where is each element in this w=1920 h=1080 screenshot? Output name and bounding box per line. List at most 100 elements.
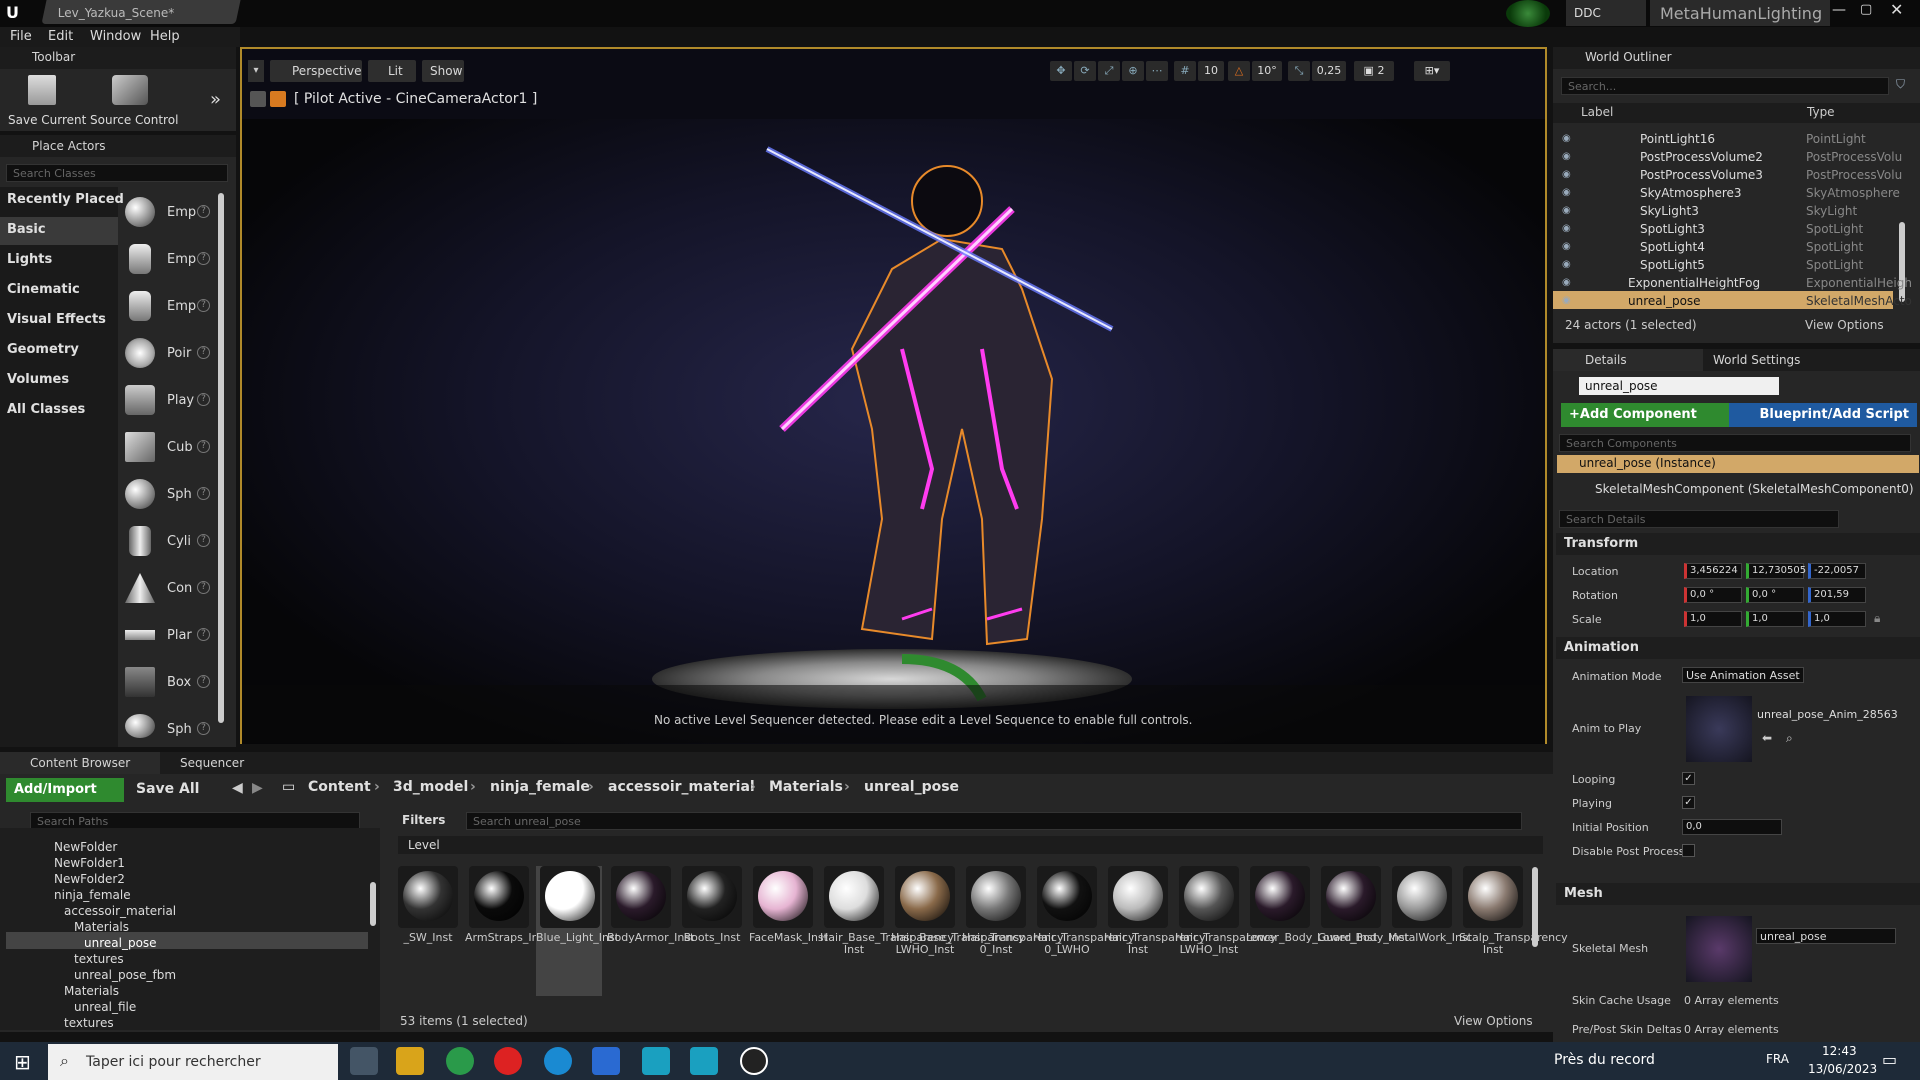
help-icon[interactable]: ? (197, 487, 210, 500)
breadcrumb-3d-model[interactable]: 3d_model (393, 779, 468, 795)
eye-icon[interactable]: ◉ (1562, 277, 1571, 288)
asset-tile[interactable]: _SW_Inst (394, 866, 460, 996)
level-viewport[interactable]: ▾ Perspective Lit Show ✥ ⟳ ⤢ ⊕ ⋯ # 10 △ … (240, 47, 1547, 744)
rotation-x[interactable]: 0,0 ° (1684, 587, 1742, 603)
windows-start-icon[interactable]: ⊞ (14, 1050, 31, 1074)
tree-folder[interactable]: NewFolder (54, 840, 117, 854)
menu-help[interactable]: Help (150, 29, 180, 44)
disable-pp-checkbox[interactable] (1682, 844, 1695, 857)
outliner-row[interactable]: ◉ SpotLight4 SpotLight (1556, 238, 1916, 256)
help-icon[interactable]: ? (197, 346, 210, 359)
skeletal-mesh-select[interactable]: unreal_pose (1756, 928, 1896, 944)
eye-icon[interactable]: ◉ (1562, 187, 1571, 198)
actor-item[interactable]: Plar? (125, 616, 215, 656)
clock-time[interactable]: 12:43 (1822, 1044, 1857, 1058)
anim-thumbnail[interactable] (1686, 696, 1752, 762)
search-assets-input[interactable]: Search unreal_pose (466, 812, 1522, 830)
menu-file[interactable]: File (10, 29, 32, 44)
surface-snap-icon[interactable]: ⋯ (1146, 61, 1168, 81)
col-label[interactable]: Label (1581, 105, 1613, 119)
breadcrumb-ninja-female[interactable]: ninja_female (490, 779, 590, 795)
actor-item[interactable]: Box? (125, 663, 215, 703)
ddc-button[interactable]: DDC (1566, 0, 1646, 26)
pilot-eject-icon[interactable] (250, 91, 266, 107)
asset-tile[interactable]: Hair_Transparency 0_Inst (962, 866, 1063, 996)
show-button[interactable]: Show (422, 60, 464, 82)
actor-item[interactable]: Cyli? (125, 522, 215, 562)
minimize-button[interactable]: — (1832, 2, 1846, 18)
rotation-snap-value[interactable]: 10° (1252, 61, 1282, 81)
outliner-row[interactable]: ◉ SkyLight3 SkyLight (1556, 202, 1916, 220)
lit-button[interactable]: Lit (368, 60, 416, 82)
category-geometry[interactable]: Geometry (7, 342, 79, 357)
opera-icon[interactable] (494, 1047, 522, 1075)
search-classes-input[interactable]: Search Classes (6, 164, 228, 182)
anim-asset-select[interactable]: unreal_pose_Anim_28563 (1754, 707, 1898, 723)
actor-item[interactable]: Poir? (125, 334, 215, 374)
tree-folder-selected[interactable]: unreal_pose (84, 936, 157, 950)
tree-folder[interactable]: ninja_female (54, 888, 131, 902)
help-icon[interactable]: ? (197, 393, 210, 406)
translate-icon[interactable]: ✥ (1050, 61, 1072, 81)
help-icon[interactable]: ? (197, 675, 210, 688)
back-icon[interactable]: ◀ (232, 780, 243, 796)
outliner-row[interactable]: ◉ ExponentialHeightFog ExponentialHeigh (1556, 274, 1916, 292)
search-details-input[interactable]: Search Details (1559, 510, 1839, 528)
eye-icon[interactable]: ◉ (1562, 223, 1571, 234)
weather-text[interactable]: Près du record (1554, 1052, 1655, 1068)
scale-x[interactable]: 1,0 (1684, 611, 1742, 627)
eye-icon[interactable]: ◉ (1562, 205, 1571, 216)
eye-icon[interactable]: ◉ (1562, 151, 1571, 162)
sequencer-tab[interactable]: Sequencer (180, 756, 244, 770)
outliner-row[interactable]: ◉ PointLight16 PointLight (1556, 130, 1916, 148)
lock-icon[interactable]: 🔒︎ (1874, 611, 1880, 626)
app-c-icon[interactable] (544, 1047, 572, 1075)
category-all-classes[interactable]: All Classes (7, 402, 85, 417)
eye-icon[interactable]: ◉ (1562, 241, 1571, 252)
tree-folder[interactable]: Materials (74, 920, 129, 934)
viewport-options-button[interactable]: ▾ (248, 60, 264, 82)
chrome-icon[interactable] (446, 1047, 474, 1075)
eye-icon[interactable]: ◉ (1562, 295, 1571, 306)
actors-scrollbar[interactable] (218, 193, 224, 723)
save-all-button[interactable]: Save All (136, 781, 199, 797)
tree-folder[interactable]: accessoir_material (64, 904, 176, 918)
actor-item[interactable]: Emp? (125, 240, 215, 280)
asset-tile[interactable]: Hair_Base_Transparency Inst (820, 866, 954, 996)
filters-button[interactable]: Filters (398, 810, 458, 830)
maximize-button[interactable]: ▢ (1860, 2, 1872, 17)
scale-z[interactable]: 1,0 (1808, 611, 1866, 627)
asset-tile[interactable]: Blue_Light_Inst (536, 866, 619, 996)
asset-tile[interactable]: Hair_Transparency Inst (1104, 866, 1205, 996)
help-icon[interactable]: ? (197, 534, 210, 547)
tree-folder[interactable]: Materials (64, 984, 119, 998)
save-current-icon[interactable] (28, 75, 56, 105)
scale-snap-icon[interactable]: ⤡ (1288, 61, 1310, 81)
metahuman-icon[interactable] (642, 1047, 670, 1075)
outliner-row[interactable]: ◉ SkyAtmosphere3 SkyAtmosphere (1556, 184, 1916, 202)
eye-icon[interactable]: ◉ (1562, 259, 1571, 270)
help-icon[interactable]: ? (197, 252, 210, 265)
eye-icon[interactable]: ◉ (1562, 133, 1571, 144)
app-store-icon[interactable] (592, 1047, 620, 1075)
outliner-view-options[interactable]: View Options (1805, 318, 1884, 332)
asset-tile[interactable]: FaceMask_Inst (749, 866, 828, 996)
actor-name-input[interactable]: unreal_pose (1579, 377, 1779, 395)
file-explorer-icon[interactable] (396, 1047, 424, 1075)
location-label[interactable]: Location (1572, 565, 1619, 578)
add-filter-icon[interactable]: ⛉ (1896, 77, 1905, 92)
rotation-z[interactable]: 201,59 (1808, 587, 1866, 603)
task-view-icon[interactable] (350, 1047, 378, 1075)
help-icon[interactable]: ? (197, 299, 210, 312)
asset-tile[interactable]: Scalp_Transparency Inst (1459, 866, 1568, 996)
rotate-icon[interactable]: ⟳ (1074, 61, 1096, 81)
mesh-thumbnail[interactable] (1686, 916, 1752, 982)
rotation-y[interactable]: 0,0 ° (1746, 587, 1804, 603)
scale-icon[interactable]: ⤢ (1098, 61, 1120, 81)
rotation-label[interactable]: Rotation (1572, 589, 1618, 602)
layout-icon[interactable]: ⊞▾ (1414, 61, 1450, 81)
asset-tile[interactable]: Hair_Transparency LWHO_Inst (1175, 866, 1276, 996)
add-component-button[interactable]: +Add Component (1561, 403, 1739, 427)
asset-tile[interactable]: Lower_Body_Guard_Inst (1246, 866, 1377, 996)
details-tab[interactable] (1553, 349, 1703, 371)
